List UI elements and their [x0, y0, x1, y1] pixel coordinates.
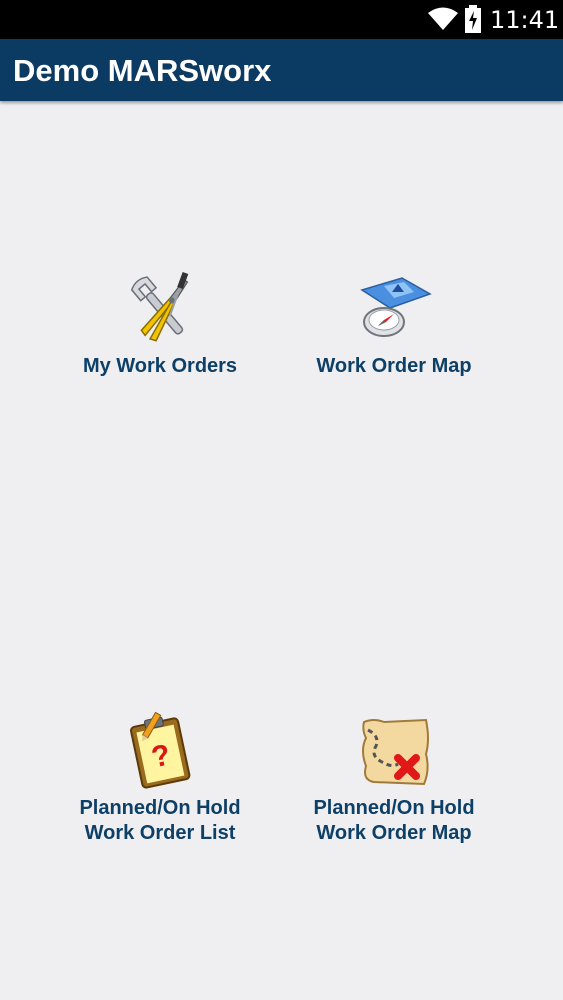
- status-clock: 11:41: [490, 6, 560, 34]
- map-compass-icon: [360, 277, 432, 337]
- work-order-map-label: Work Order Map: [316, 355, 472, 377]
- my-work-orders-button[interactable]: My Work Orders: [35, 268, 285, 379]
- wifi-icon: [428, 7, 458, 30]
- app-title: Demo MARSworx: [13, 53, 272, 88]
- planned-on-hold-work-order-map-button[interactable]: Planned/On Hold Work Order Map: [269, 710, 519, 846]
- planned-on-hold-map-label: Planned/On Hold Work Order Map: [313, 797, 475, 844]
- battery-charging-icon: [465, 5, 481, 33]
- app-bar: Demo MARSworx: [0, 39, 563, 101]
- treasure-map-icon: [362, 718, 429, 786]
- my-work-orders-label: My Work Orders: [82, 355, 238, 377]
- planned-on-hold-list-label: Planned/On Hold Work Order List: [79, 797, 241, 844]
- tools-icon: [130, 271, 189, 342]
- status-bar: 11:41: [0, 0, 563, 39]
- clipboard-question-icon: ?: [130, 711, 191, 789]
- work-order-map-button[interactable]: Work Order Map: [269, 268, 519, 379]
- planned-on-hold-work-order-list-button[interactable]: ? Planned/On Hold Work Order List: [35, 710, 285, 846]
